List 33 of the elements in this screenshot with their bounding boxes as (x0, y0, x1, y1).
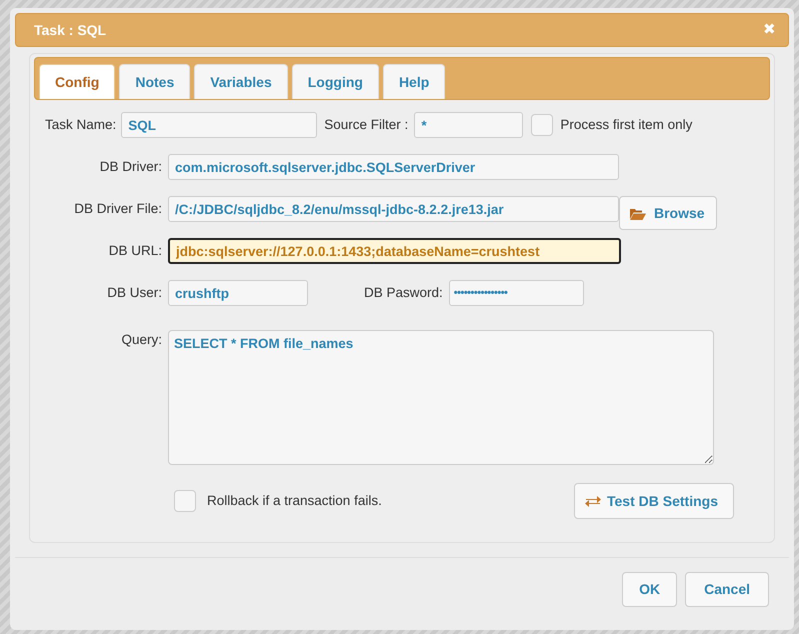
input-field[interactable]: jdbc:sqlserver://127.0.0.1:1433;databaseName=crushtest (168, 238, 621, 264)
input-field[interactable]: /C:/JDBC/sqljdbc_8.2/enu/mssql-jdbc-8.2.2.jre13.jar (168, 196, 619, 222)
input-field[interactable]: SQL (121, 112, 318, 138)
folder-icon (630, 206, 646, 220)
field-label: Task Name: (45, 116, 116, 134)
field-label: Query: (120, 331, 163, 349)
field-label: DB User: (106, 284, 163, 302)
input-field[interactable]: •••••••••••••••• (448, 280, 584, 306)
tab[interactable]: Config (39, 64, 116, 99)
tab[interactable]: Help (382, 64, 446, 99)
checkbox[interactable] (531, 114, 554, 136)
field-label: DB Driver: (98, 158, 163, 176)
field-label: DB Driver File: (73, 200, 163, 218)
browse-button[interactable]: Browse (619, 196, 717, 230)
field-label: Rollback if a transaction fails. (207, 492, 382, 510)
field-label: Source Filter : (324, 116, 408, 134)
dialog-button[interactable]: OK (622, 572, 678, 607)
query-field[interactable]: SELECT * FROM file_names (168, 330, 714, 465)
test-button[interactable]: Test DB Settings (574, 483, 734, 519)
tab[interactable]: Variables (194, 64, 288, 99)
input-field[interactable]: com.microsoft.sqlserver.jdbc.SQLServerDriver (168, 154, 619, 180)
input-field[interactable]: * (414, 112, 524, 138)
input-field[interactable]: crushftp (168, 280, 308, 306)
field-label: DB Pasword: (364, 284, 443, 302)
tab[interactable]: Notes (119, 64, 190, 99)
tab[interactable]: Logging (292, 64, 379, 99)
field-label: Process first item only (560, 116, 692, 134)
swap-arrows-icon (585, 495, 601, 507)
close-button[interactable]: ✖ (763, 18, 776, 42)
dialog-button[interactable]: Cancel (685, 572, 769, 607)
field-label: DB URL: (108, 242, 163, 260)
checkbox[interactable] (174, 490, 196, 512)
dialog-title: Task : SQL (34, 20, 106, 40)
